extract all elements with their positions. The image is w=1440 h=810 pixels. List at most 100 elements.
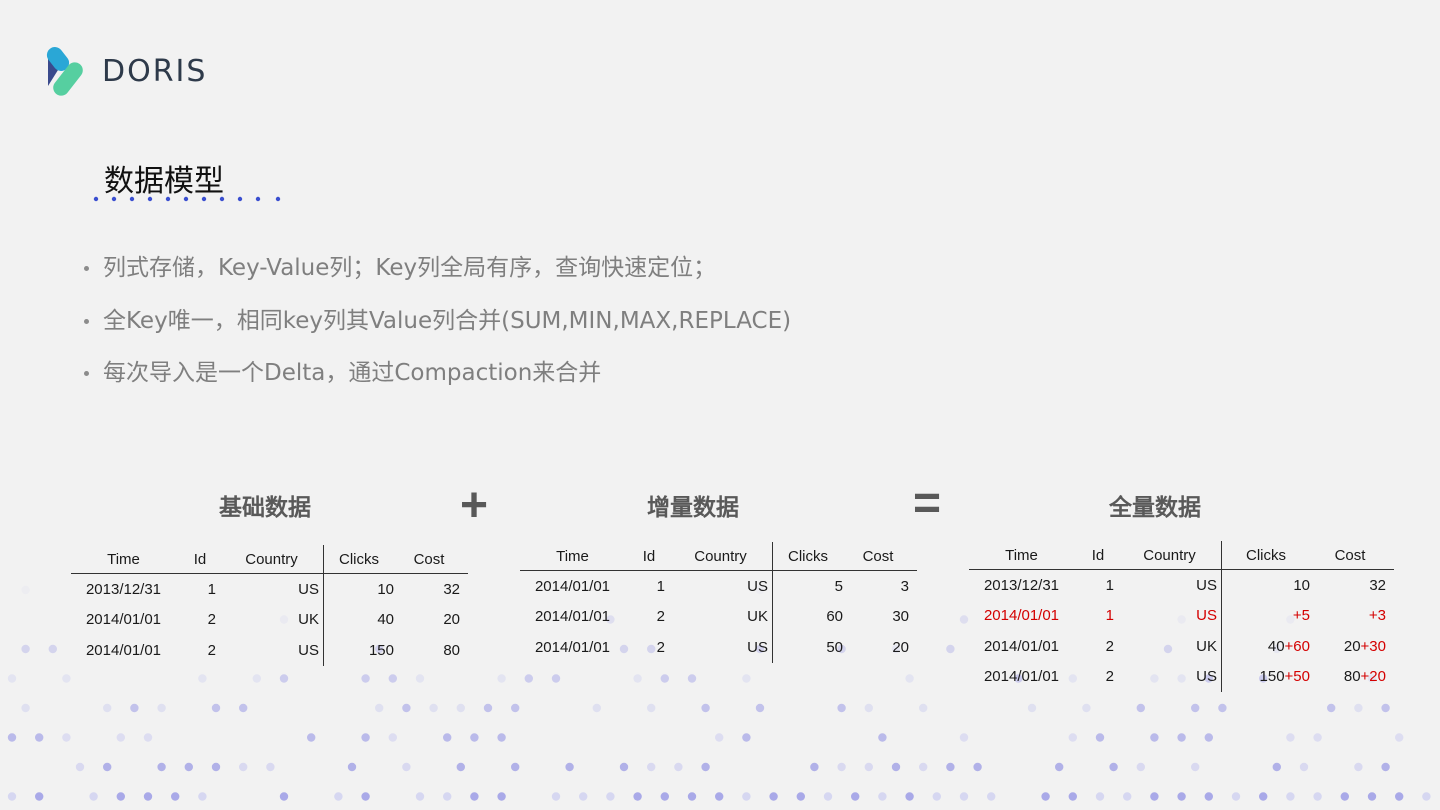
- cell-cost: 20: [892, 638, 909, 656]
- cell-time: 2014/01/01: [85, 611, 162, 629]
- clicks-base: 150: [1259, 668, 1285, 686]
- cell-cost: 20+30: [1314, 631, 1394, 662]
- cell-clicks: 10: [323, 573, 398, 605]
- table-row: 2014/01/01 2 US 150 80: [71, 635, 468, 666]
- cell-time: 2014/01/01: [534, 638, 611, 656]
- cell-cost: 32: [443, 580, 460, 598]
- cell-country: US: [1196, 668, 1217, 686]
- cell-country: UK: [298, 611, 319, 629]
- clicks-delta: +60: [1284, 637, 1310, 655]
- cell-country: US: [747, 577, 768, 595]
- column-header: Id: [1074, 541, 1122, 570]
- logo-text: DORIS: [102, 53, 208, 89]
- cell-time: 2014/01/01: [983, 607, 1060, 625]
- cell-time: 2014/01/01: [983, 668, 1060, 686]
- cell-country: US: [1196, 576, 1217, 594]
- cell-id: 1: [1105, 576, 1114, 594]
- plus-operator: +: [460, 479, 489, 532]
- cell-time: 2014/01/01: [983, 637, 1060, 655]
- clicks-base: 10: [1293, 576, 1310, 594]
- cell-time: 2013/12/31: [983, 576, 1060, 594]
- cell-cost: +3: [1314, 601, 1394, 632]
- cell-country: UK: [1196, 637, 1217, 655]
- cell-country: US: [298, 580, 319, 598]
- table-row: 2014/01/01 2 UK 60 30: [520, 601, 917, 632]
- cell-clicks: 150: [323, 635, 398, 666]
- doris-logo-mark-icon: [46, 47, 83, 96]
- cell-id: 2: [207, 611, 216, 629]
- cost-delta: +30: [1360, 637, 1386, 655]
- column-header: Id: [176, 545, 224, 574]
- cell-id: 2: [656, 638, 665, 656]
- table-row-new: 2014/01/01 1 US +5 +3: [969, 600, 1394, 632]
- full-data-table: Time Id Country Clicks Cost 2013/12/31 1…: [969, 541, 1394, 692]
- bullet-item: 每次导入是一个Delta，通过Compaction来合并: [84, 353, 791, 406]
- table-row: 2013/12/31 1 US 10 32: [71, 573, 468, 605]
- full-data-title: 全量数据: [1109, 495, 1201, 521]
- column-header: Time: [520, 542, 625, 571]
- cost-base: 20: [1343, 637, 1361, 655]
- cell-clicks: 50: [772, 632, 847, 663]
- table-row: 2013/12/31 1 US 10 32: [969, 569, 1394, 601]
- cell-country: US: [1196, 607, 1217, 625]
- cell-clicks: 5: [772, 570, 847, 602]
- bullet-item: 全Key唯一，相同key列其Value列合并(SUM,MIN,MAX,REPLA…: [84, 301, 791, 354]
- cell-id: 2: [1105, 637, 1114, 655]
- column-header: Cost: [1314, 541, 1394, 570]
- cell-time: 2014/01/01: [85, 641, 162, 659]
- table-row: 2014/01/01 2 US 50 20: [520, 632, 917, 663]
- cost-delta: +20: [1360, 668, 1386, 686]
- clicks-delta: +50: [1284, 668, 1310, 686]
- column-header: Clicks: [1221, 541, 1314, 570]
- table-row: 2014/01/01 2 UK 40+60 20+30: [969, 631, 1394, 662]
- cost-delta: +3: [1368, 607, 1386, 625]
- delta-data-title: 增量数据: [647, 495, 739, 521]
- column-header: Clicks: [772, 542, 847, 571]
- base-data-table: Time Id Country Clicks Cost 2013/12/31 1…: [71, 545, 468, 666]
- cost-base: 32: [1369, 576, 1386, 594]
- cell-clicks: 40: [323, 604, 398, 635]
- table-row: 2014/01/01 1 US 5 3: [520, 570, 917, 602]
- cell-id: 2: [1105, 668, 1114, 686]
- title-underline-dots: [93, 196, 281, 202]
- column-header: Clicks: [323, 545, 398, 574]
- column-header: Cost: [847, 542, 917, 571]
- cell-clicks: 60: [772, 601, 847, 632]
- clicks-delta: +5: [1292, 607, 1310, 625]
- cell-country: US: [298, 641, 319, 659]
- column-header: Id: [625, 542, 673, 571]
- cell-cost: 80: [443, 641, 460, 659]
- cell-clicks: 150+50: [1221, 661, 1314, 692]
- table-row: 2014/01/01 2 UK 40 20: [71, 604, 468, 635]
- cell-country: UK: [747, 608, 768, 626]
- cell-clicks: +5: [1221, 600, 1314, 631]
- doris-logo: DORIS: [46, 43, 207, 99]
- base-data-title: 基础数据: [219, 495, 311, 521]
- column-header: Country: [1122, 541, 1222, 570]
- cell-time: 2014/01/01: [534, 608, 611, 626]
- equals-operator: =: [913, 477, 942, 530]
- cell-cost: 32: [1314, 570, 1394, 601]
- cell-time: 2013/12/31: [85, 580, 162, 598]
- column-header: Time: [71, 545, 176, 574]
- cell-id: 1: [1105, 607, 1114, 625]
- column-header: Cost: [398, 545, 468, 574]
- cell-country: US: [747, 638, 768, 656]
- bullet-list: 列式存储，Key-Value列；Key列全局有序，查询快速定位； 全Key唯一，…: [84, 248, 791, 406]
- clicks-base: 40: [1267, 637, 1285, 655]
- cell-cost: 3: [900, 577, 909, 595]
- column-header: Country: [224, 545, 324, 574]
- cell-clicks: 10: [1221, 569, 1314, 601]
- bullet-item: 列式存储，Key-Value列；Key列全局有序，查询快速定位；: [84, 248, 791, 301]
- cell-clicks: 40+60: [1221, 631, 1314, 662]
- cell-id: 1: [656, 577, 665, 595]
- cell-id: 2: [207, 641, 216, 659]
- cell-cost: 30: [892, 608, 909, 626]
- cell-cost: 20: [443, 611, 460, 629]
- cell-time: 2014/01/01: [534, 577, 611, 595]
- cell-id: 1: [207, 580, 216, 598]
- cell-cost: 80+20: [1314, 662, 1394, 693]
- cell-id: 2: [656, 608, 665, 626]
- table-row: 2014/01/01 2 US 150+50 80+20: [969, 661, 1394, 693]
- delta-data-table: Time Id Country Clicks Cost 2014/01/01 1…: [520, 542, 917, 663]
